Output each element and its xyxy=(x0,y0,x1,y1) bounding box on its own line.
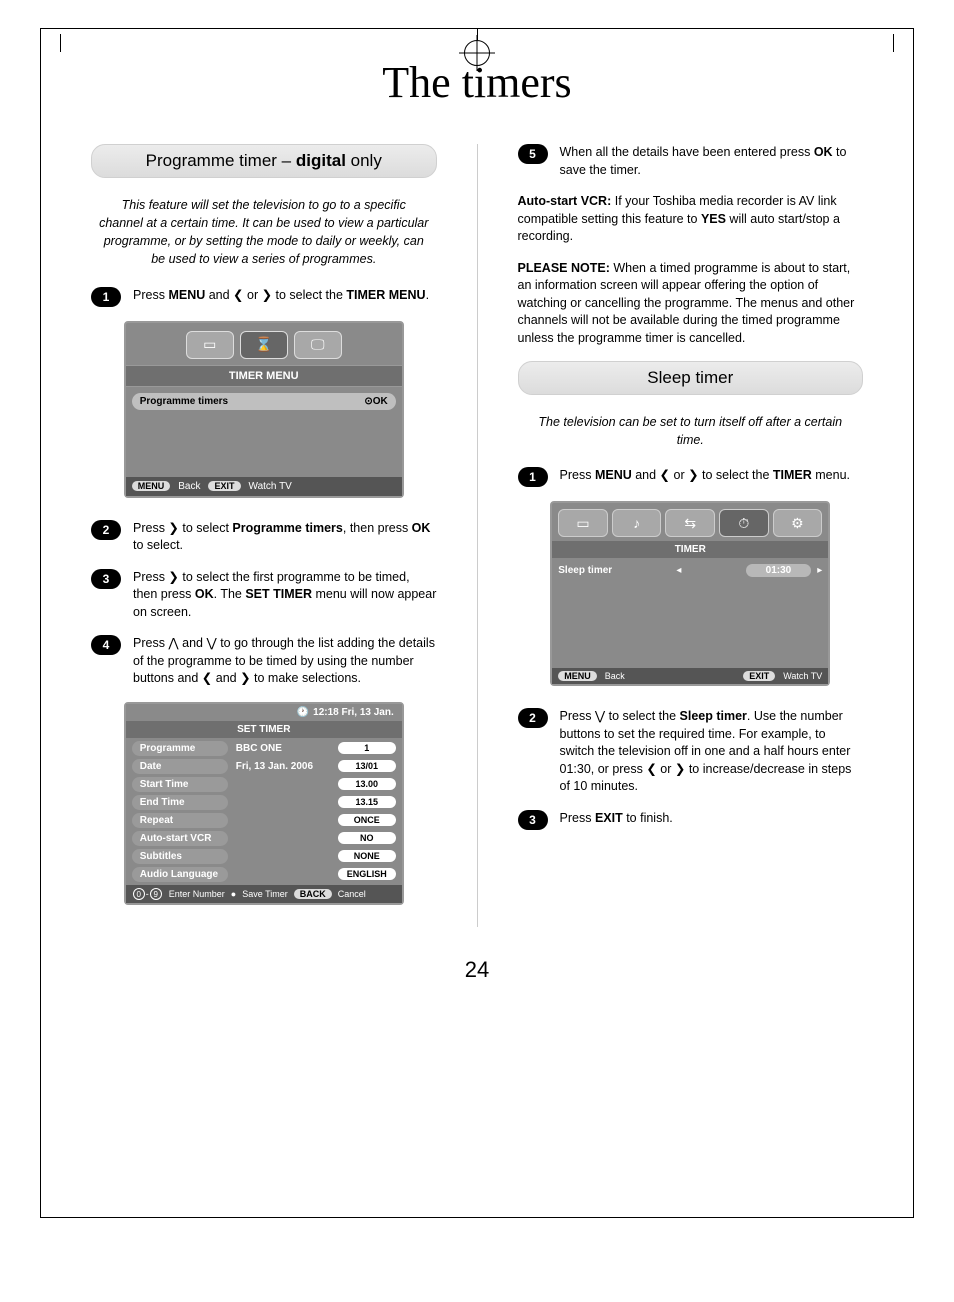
step-badge-2: 2 xyxy=(91,520,121,540)
sleep-step-3: 3 Press EXIT to finish. xyxy=(518,810,864,830)
osd3-footer: MENU Back EXIT Watch TV xyxy=(552,668,828,684)
set-timer-row: RepeatONCE xyxy=(132,813,396,828)
sleep-intro: The television can be set to turn itself… xyxy=(526,413,856,449)
section-title-pre: Programme timer – xyxy=(146,151,296,170)
step-1-text: Press MENU and ❮ or ❯ to select the TIME… xyxy=(133,287,437,307)
step-badge-3: 3 xyxy=(91,569,121,589)
step-4: 4 Press ⋀ and ⋁ to go through the list a… xyxy=(91,635,437,688)
set-timer-row: End Time13.15 xyxy=(132,795,396,810)
set-timer-row: Audio LanguageENGLISH xyxy=(132,867,396,882)
section-title-bold: digital xyxy=(296,151,346,170)
left-column: Programme timer – digital only This feat… xyxy=(91,144,437,927)
set-timer-row: ProgrammeBBC ONE1 xyxy=(132,741,396,756)
menu-pill: MENU xyxy=(132,481,171,491)
section-title-post: only xyxy=(346,151,382,170)
page-number: 24 xyxy=(91,957,863,983)
step-badge-4: 4 xyxy=(91,635,121,655)
osd3-title: TIMER xyxy=(552,541,828,558)
step-2: 2 Press ❯ to select Programme timers, th… xyxy=(91,520,437,555)
osd-timer-menu: ▭ ⌛ 🖵 TIMER MENU Programme timers ⊙ OK M… xyxy=(124,321,404,498)
left-arrow-icon: ◂ xyxy=(676,565,681,576)
page-title: The timers xyxy=(91,57,863,108)
please-note: PLEASE NOTE: When a timed programme is a… xyxy=(518,260,864,348)
step-2-text: Press ❯ to select Programme timers, then… xyxy=(133,520,437,555)
step-badge-5: 5 xyxy=(518,144,548,164)
step-5: 5 When all the details have been entered… xyxy=(518,144,864,179)
set-timer-row: DateFri, 13 Jan. 200613/01 xyxy=(132,759,396,774)
osd-icon-picture: ▭ xyxy=(186,331,234,359)
nav-dot-icon: ⊙ xyxy=(364,396,372,407)
step-4-text: Press ⋀ and ⋁ to go through the list add… xyxy=(133,635,437,688)
osd-sleep-timer: ▭ ♪ ⇆ ⏱ ⚙ TIMER Sleep timer ◂ 01:30 ▸ xyxy=(550,501,830,686)
step-5-text: When all the details have been entered p… xyxy=(560,144,864,179)
osd1-footer: MENU Back EXIT Watch TV xyxy=(126,477,402,496)
set-timer-row: SubtitlesNONE xyxy=(132,849,396,864)
page-frame: The timers Programme timer – digital onl… xyxy=(40,28,914,1218)
osd3-icon-timer: ⏱ xyxy=(719,509,769,537)
step-3-text: Press ❯ to select the first programme to… xyxy=(133,569,437,622)
osd3-icon-1: ▭ xyxy=(558,509,608,537)
right-arrow-icon: ▸ xyxy=(817,565,822,576)
osd3-icon-2: ♪ xyxy=(612,509,662,537)
sleep-step-1: 1 Press MENU and ❮ or ❯ to select the TI… xyxy=(518,467,864,487)
clock-icon: 🕐 xyxy=(297,707,309,718)
section-sleep-timer: Sleep timer xyxy=(518,361,864,395)
step-badge-1: 1 xyxy=(91,287,121,307)
sleep-badge-3: 3 xyxy=(518,810,548,830)
exit-pill: EXIT xyxy=(208,481,240,491)
intro-text: This feature will set the television to … xyxy=(99,196,429,269)
back-pill: BACK xyxy=(294,889,332,899)
right-column: 5 When all the details have been entered… xyxy=(518,144,864,927)
osd1-row-programme-timers: Programme timers ⊙ OK xyxy=(132,393,396,410)
osd-icon-tv: 🖵 xyxy=(294,331,342,359)
auto-start-vcr-note: Auto-start VCR: If your Toshiba media re… xyxy=(518,193,864,246)
osd-set-timer: 🕐12:18 Fri, 13 Jan. SET TIMER ProgrammeB… xyxy=(124,702,404,905)
dot-icon: ● xyxy=(231,889,236,899)
osd3-icon-5: ⚙ xyxy=(773,509,823,537)
sleep-badge-2: 2 xyxy=(518,708,548,728)
osd2-footer: 0-9 Enter Number ● Save Timer BACK Cance… xyxy=(126,885,402,903)
sleep-step-2: 2 Press ⋁ to select the Sleep timer. Use… xyxy=(518,708,864,796)
osd2-title: SET TIMER xyxy=(126,721,402,738)
set-timer-row: Auto-start VCRNO xyxy=(132,831,396,846)
osd3-icon-3: ⇆ xyxy=(665,509,715,537)
set-timer-row: Start Time13.00 xyxy=(132,777,396,792)
section-programme-timer: Programme timer – digital only xyxy=(91,144,437,178)
column-separator xyxy=(477,144,478,927)
step-1: 1 Press MENU and ❮ or ❯ to select the TI… xyxy=(91,287,437,307)
osd-icon-timer: ⌛ xyxy=(240,331,288,359)
step-3: 3 Press ❯ to select the first programme … xyxy=(91,569,437,622)
osd1-title: TIMER MENU xyxy=(126,365,402,387)
osd3-row-sleep: Sleep timer ◂ 01:30 ▸ xyxy=(558,564,822,577)
sleep-badge-1: 1 xyxy=(518,467,548,487)
